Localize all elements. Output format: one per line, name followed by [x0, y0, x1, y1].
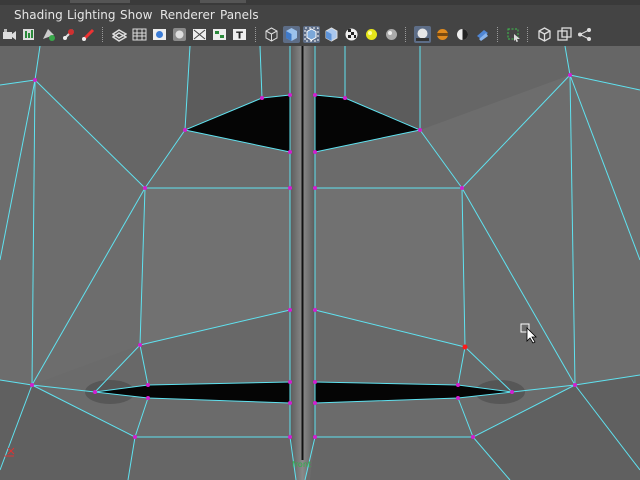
grid-icon[interactable]: [131, 26, 148, 43]
menu-show[interactable]: Show: [120, 8, 152, 22]
menu-panels[interactable]: Panels: [220, 8, 259, 22]
share-icon[interactable]: [576, 26, 593, 43]
xray-active-components-icon[interactable]: [556, 26, 573, 43]
tab-indicator: [200, 0, 246, 3]
mesh-canvas[interactable]: [0, 46, 640, 480]
viewport-3d[interactable]: [0, 46, 640, 480]
bounding-box-icon[interactable]: [191, 26, 208, 43]
toolbar-separator: [527, 27, 530, 42]
textured-icon[interactable]: T: [231, 26, 248, 43]
svg-text:T: T: [236, 31, 243, 42]
selected-vertex[interactable]: [462, 344, 468, 350]
toolbar-separator: [255, 27, 258, 42]
panel-menu-bar: Shading Lighting Show Renderer Panels: [0, 5, 640, 25]
ambient-occlusion-icon[interactable]: [414, 26, 431, 43]
bookmarks-icon[interactable]: [40, 26, 57, 43]
select-camera-icon[interactable]: [1, 26, 18, 43]
flat-shade-all-icon[interactable]: [171, 26, 188, 43]
mesh-face: [128, 437, 296, 480]
axis-gizmo-icon: [4, 447, 15, 457]
wireframe-icon[interactable]: [263, 26, 280, 43]
default-material-icon[interactable]: [363, 26, 380, 43]
multisample-aa-icon[interactable]: [454, 26, 471, 43]
camera-name-label: front: [292, 460, 312, 469]
menu-shading[interactable]: Shading: [14, 8, 63, 22]
xray-icon[interactable]: [505, 26, 522, 43]
toolbar-separator: [102, 27, 105, 42]
panel-toolbar: T: [0, 25, 640, 46]
motion-blur-icon[interactable]: [434, 26, 451, 43]
smooth-shade-icon[interactable]: [283, 26, 300, 43]
checker-icon[interactable]: [323, 26, 340, 43]
grease-pencil-icon[interactable]: [111, 26, 128, 43]
toolbar-separator: [405, 27, 408, 42]
isolate-uv-icon[interactable]: [211, 26, 228, 43]
two-d-pan-zoom-icon[interactable]: [80, 26, 97, 43]
xray-joints-icon[interactable]: [536, 26, 553, 43]
toolbar-separator: [497, 27, 500, 42]
shadows-icon[interactable]: [383, 26, 400, 43]
menu-renderer[interactable]: Renderer: [160, 8, 215, 22]
smooth-shade-all-icon[interactable]: [151, 26, 168, 43]
use-default-light-icon[interactable]: [343, 26, 360, 43]
tab-indicator: [70, 0, 130, 3]
menu-lighting[interactable]: Lighting: [67, 8, 116, 22]
image-plane-icon[interactable]: [60, 26, 77, 43]
shaded-wireframe-icon[interactable]: [303, 26, 320, 43]
camera-attributes-icon[interactable]: [20, 26, 37, 43]
isolate-select-icon[interactable]: [474, 26, 491, 43]
